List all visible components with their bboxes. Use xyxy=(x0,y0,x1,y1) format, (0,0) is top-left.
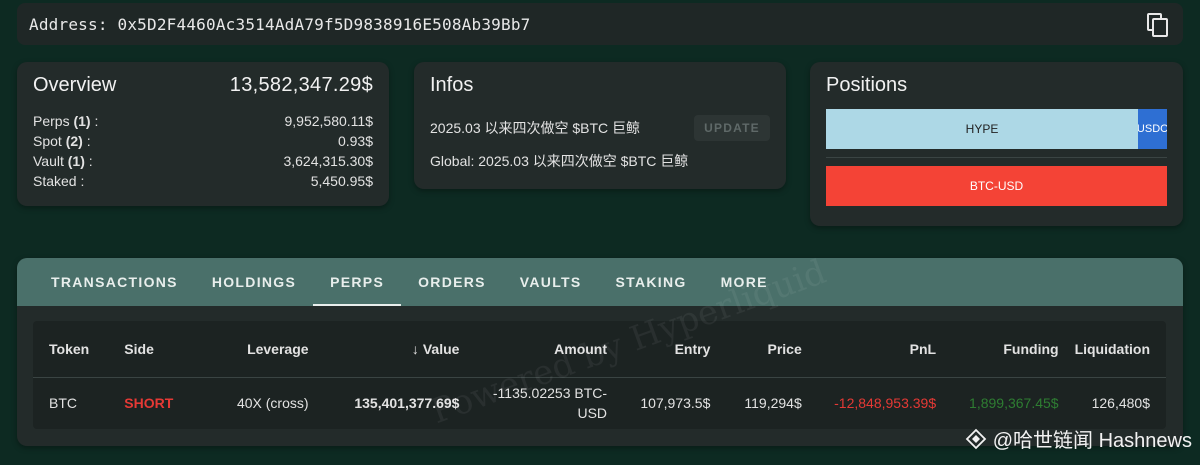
infos-title: Infos xyxy=(430,74,474,96)
cell-funding: 1,899,367.45$ xyxy=(969,395,1059,412)
positions-card: Positions HYPE USDC BTC-USD xyxy=(810,62,1183,226)
address-value: 0x5D2F4460Ac3514AdA79f5D9838916E508Ab39B… xyxy=(117,14,531,34)
col-value[interactable]: ↓ Value xyxy=(316,321,468,378)
col-pnl[interactable]: PnL xyxy=(809,321,945,378)
tab-orders[interactable]: ORDERS xyxy=(401,258,503,306)
copy-icon[interactable] xyxy=(1147,13,1169,37)
cell-value: 135,401,377.69$ xyxy=(354,395,460,412)
arrow-down-icon: ↓ xyxy=(411,340,419,357)
col-price[interactable]: Price xyxy=(718,321,810,378)
tab-perps[interactable]: PERPS xyxy=(313,258,402,306)
col-amount[interactable]: Amount xyxy=(467,321,616,378)
address-bar: Address: 0x5D2F4460Ac3514AdA79f5D9838916… xyxy=(17,3,1183,45)
diamond-logo-icon xyxy=(965,428,987,449)
cell-leverage: 40X (cross) xyxy=(236,395,309,412)
tab-vaults[interactable]: VAULTS xyxy=(503,258,599,306)
overview-card: Overview 13,582,347.29$ Perps (1) : 9,95… xyxy=(17,62,389,206)
update-button[interactable]: UPDATE xyxy=(694,115,770,141)
cell-price: 119,294$ xyxy=(744,395,802,412)
tab-staking[interactable]: STAKING xyxy=(599,258,704,306)
tab-more[interactable]: MORE xyxy=(704,258,785,306)
positions-bar: HYPE USDC xyxy=(826,109,1167,149)
position-hype[interactable]: HYPE xyxy=(826,109,1138,149)
col-funding[interactable]: Funding xyxy=(944,321,1067,378)
col-side[interactable]: Side xyxy=(116,321,189,378)
overview-title: Overview xyxy=(33,74,117,96)
table-header-row: Token Side Leverage ↓ Value Amount Entry … xyxy=(33,321,1166,378)
overview-total: 13,582,347.29$ xyxy=(229,74,373,96)
address-text: Address: 0x5D2F4460Ac3514AdA79f5D9838916… xyxy=(29,14,531,34)
tab-holdings[interactable]: HOLDINGS xyxy=(195,258,313,306)
positions-divider xyxy=(826,157,1167,158)
overview-row-perps: Perps (1) : 9,952,580.11$ xyxy=(33,113,373,129)
cell-amount: -1135.02253 BTC-USD xyxy=(492,385,608,422)
position-usdc[interactable]: USDC xyxy=(1138,109,1167,149)
info-line-2: Global: 2025.03 以来四次做空 $BTC 巨鲸 xyxy=(430,153,689,169)
cell-side: SHORT xyxy=(124,395,174,412)
col-token[interactable]: Token xyxy=(33,321,117,378)
overview-row-spot: Spot (2) : 0.93$ xyxy=(33,133,373,149)
cell-entry: 107,973.5$ xyxy=(640,395,711,412)
col-liquidation[interactable]: Liquidation xyxy=(1066,321,1166,378)
cell-token: BTC xyxy=(49,395,77,412)
infos-card: Infos 2025.03 以来四次做空 $BTC 巨鲸 UPDATE Glob… xyxy=(414,62,786,189)
credit-label: @哈世链闻 Hashnews xyxy=(965,424,1192,453)
col-leverage[interactable]: Leverage xyxy=(188,321,317,378)
tab-transactions[interactable]: TRANSACTIONS xyxy=(34,258,195,306)
overview-row-vault: Vault (1) : 3,624,315.30$ xyxy=(33,153,373,169)
position-btc-usd[interactable]: BTC-USD xyxy=(826,166,1167,206)
overview-row-staked: Staked : 5,450.95$ xyxy=(33,173,373,189)
col-entry[interactable]: Entry xyxy=(615,321,719,378)
tabs-card: TRANSACTIONS HOLDINGS PERPS ORDERS VAULT… xyxy=(17,258,1183,446)
table-row: BTC SHORT 40X (cross) 135,401,377.69$ -1… xyxy=(33,377,1166,429)
info-line-1: 2025.03 以来四次做空 $BTC 巨鲸 xyxy=(430,120,641,136)
cell-liquidation: 126,480$ xyxy=(1091,395,1150,412)
positions-title: Positions xyxy=(826,74,908,96)
tabs-bar: TRANSACTIONS HOLDINGS PERPS ORDERS VAULT… xyxy=(17,258,1183,306)
perps-table: Token Side Leverage ↓ Value Amount Entry … xyxy=(33,321,1166,429)
cell-pnl: -12,848,953.39$ xyxy=(834,395,937,412)
